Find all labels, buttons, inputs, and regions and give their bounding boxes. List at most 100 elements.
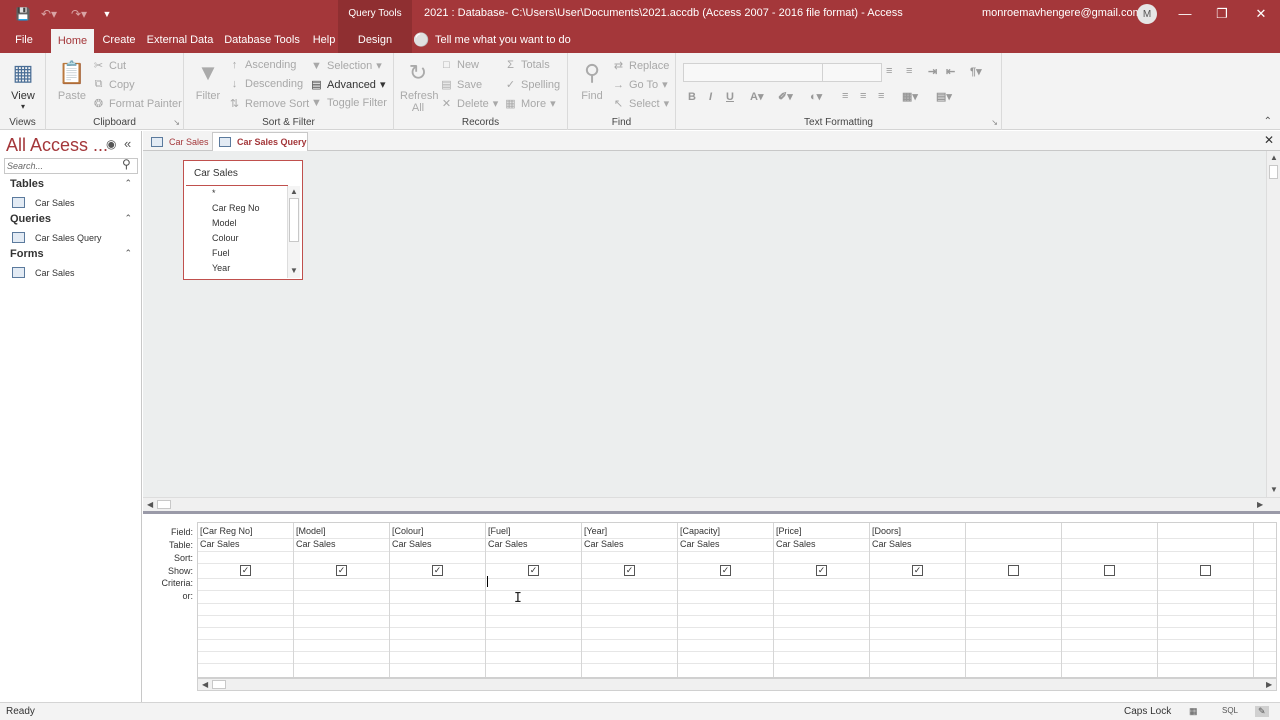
grid-field-cell[interactable]: [Year] xyxy=(584,526,607,536)
scroll-left-icon[interactable]: ◀ xyxy=(147,500,153,509)
highlight-icon[interactable]: ✐▾ xyxy=(778,90,793,103)
show-checkbox[interactable]: ✓ xyxy=(336,565,347,576)
align-center-icon[interactable]: ≡ xyxy=(860,90,866,102)
more-button[interactable]: ▦ More ▾ xyxy=(504,97,555,111)
refresh-all-button[interactable]: ↻ Refresh All xyxy=(400,58,439,114)
chevron-up-icon[interactable]: ⌃ xyxy=(124,178,132,189)
grid-column[interactable]: [Price] Car Sales ✓ xyxy=(774,523,870,677)
close-document-icon[interactable]: ✕ xyxy=(1264,133,1274,147)
tab-design[interactable]: Design xyxy=(338,27,412,53)
scroll-thumb[interactable] xyxy=(1269,165,1278,179)
collapse-ribbon-icon[interactable]: ⌃ xyxy=(1264,116,1272,127)
field-item[interactable]: Year xyxy=(212,263,230,273)
redo-icon[interactable]: ↷▾ xyxy=(66,0,92,27)
descending-button[interactable]: ↓ Descending xyxy=(228,78,303,90)
go-to-button[interactable]: → Go To ▾ xyxy=(612,78,668,92)
show-checkbox[interactable]: ✓ xyxy=(432,565,443,576)
nav-pane-title[interactable]: All Access ... xyxy=(6,135,108,156)
format-painter-button[interactable]: ❂ Format Painter xyxy=(92,97,182,111)
avatar[interactable]: M xyxy=(1137,4,1157,24)
filter-button[interactable]: ▼ Filter xyxy=(192,58,224,102)
grid-column[interactable] xyxy=(1158,523,1254,677)
grid-field-cell[interactable]: [Colour] xyxy=(392,526,424,536)
grid-field-cell[interactable]: [Car Reg No] xyxy=(200,526,253,536)
grid-column[interactable]: [Car Reg No] Car Sales ✓ xyxy=(198,523,294,677)
nav-section-forms[interactable]: Forms ⌃ xyxy=(0,248,142,264)
font-color-icon[interactable]: A▾ xyxy=(750,90,763,103)
show-checkbox[interactable]: ✓ xyxy=(720,565,731,576)
grid-column[interactable]: [Capacity] Car Sales ✓ xyxy=(678,523,774,677)
grid-field-cell[interactable]: [Model] xyxy=(296,526,326,536)
nav-item-car-sales-table[interactable]: Car Sales xyxy=(0,195,142,213)
lightbulb-icon[interactable]: ⚪ xyxy=(413,32,429,48)
field-item[interactable]: Car Reg No xyxy=(212,203,260,213)
scroll-thumb[interactable] xyxy=(289,198,299,242)
scroll-thumb[interactable] xyxy=(212,680,226,689)
grid-column[interactable]: [Model] Car Sales ✓ xyxy=(294,523,390,677)
scroll-up-icon[interactable]: ▲ xyxy=(1270,153,1278,162)
nav-menu-dropdown-icon[interactable]: ◉ xyxy=(106,137,116,151)
show-checkbox[interactable]: ✓ xyxy=(240,565,251,576)
grid-field-cell[interactable]: [Price] xyxy=(776,526,802,536)
grid-table-cell[interactable]: Car Sales xyxy=(392,539,432,549)
grid-column[interactable]: [Colour] Car Sales ✓ xyxy=(390,523,486,677)
grid-column[interactable] xyxy=(1062,523,1158,677)
tell-me-search[interactable]: Tell me what you want to do xyxy=(435,34,571,46)
nav-search-input[interactable]: Search... xyxy=(4,158,138,174)
italic-button[interactable]: I xyxy=(709,91,712,103)
grid-column[interactable]: [Doors] Car Sales ✓ xyxy=(870,523,966,677)
toggle-filter-button[interactable]: ▼ Toggle Filter xyxy=(310,97,387,109)
replace-button[interactable]: ⇄ Replace xyxy=(612,59,669,73)
tab-create[interactable]: Create xyxy=(98,27,140,53)
show-checkbox[interactable] xyxy=(1200,565,1211,576)
find-button[interactable]: ⚲ Find xyxy=(576,58,608,102)
numbering-icon[interactable]: ≡ xyxy=(906,65,912,77)
nav-item-car-sales-query[interactable]: Car Sales Query xyxy=(0,230,142,248)
scroll-left-icon[interactable]: ◀ xyxy=(202,680,208,689)
new-record-button[interactable]: □ New xyxy=(440,59,479,71)
tab-database-tools[interactable]: Database Tools xyxy=(221,27,303,53)
scroll-thumb[interactable] xyxy=(157,500,171,509)
nav-item-car-sales-form[interactable]: Car Sales xyxy=(0,265,142,283)
paste-button[interactable]: 📋 Paste xyxy=(56,58,88,102)
spelling-button[interactable]: ✓ Spelling xyxy=(504,78,560,92)
save-record-button[interactable]: ▤ Save xyxy=(440,78,482,92)
copy-button[interactable]: ⧉ Copy xyxy=(92,78,135,91)
gridlines-icon[interactable]: ▦▾ xyxy=(902,90,918,103)
tab-home[interactable]: Home xyxy=(51,29,94,53)
clipboard-launcher-icon[interactable]: ↘ xyxy=(173,118,180,127)
show-checkbox[interactable]: ✓ xyxy=(528,565,539,576)
show-checkbox[interactable]: ✓ xyxy=(816,565,827,576)
scroll-down-icon[interactable]: ▼ xyxy=(290,266,298,275)
align-right-icon[interactable]: ≡ xyxy=(878,90,884,102)
alt-row-color-icon[interactable]: ▤▾ xyxy=(936,90,952,103)
text-direction-icon[interactable]: ¶▾ xyxy=(970,65,982,78)
doc-tab-car-sales[interactable]: Car Sales xyxy=(145,132,211,151)
grid-column[interactable]: [Year] Car Sales ✓ xyxy=(582,523,678,677)
text-formatting-launcher-icon[interactable]: ↘ xyxy=(991,118,998,127)
table-pane[interactable] xyxy=(143,151,1266,497)
fill-color-icon[interactable]: ◐▾ xyxy=(810,90,822,103)
field-list-car-sales[interactable]: Car Sales * Car Reg No Model Colour Fuel… xyxy=(183,160,303,280)
grid-field-cell[interactable]: [Fuel] xyxy=(488,526,511,536)
show-checkbox[interactable]: ✓ xyxy=(624,565,635,576)
bold-button[interactable]: B xyxy=(688,91,696,103)
show-checkbox[interactable]: ✓ xyxy=(912,565,923,576)
grid-table-cell[interactable]: Car Sales xyxy=(680,539,720,549)
scroll-down-icon[interactable]: ▼ xyxy=(1270,485,1278,494)
undo-icon[interactable]: ↶▾ xyxy=(36,0,62,27)
align-left-icon[interactable]: ≡ xyxy=(842,90,848,102)
selection-button[interactable]: ▼ Selection ▾ xyxy=(310,59,382,73)
tab-help[interactable]: Help xyxy=(308,27,340,53)
chevron-up-icon[interactable]: ⌃ xyxy=(124,248,132,259)
show-checkbox[interactable] xyxy=(1008,565,1019,576)
font-name-select[interactable] xyxy=(683,63,823,82)
view-button[interactable]: ▦ View ▾ xyxy=(8,58,38,111)
search-icon[interactable]: ⚲ xyxy=(122,157,131,171)
grid-table-cell[interactable]: Car Sales xyxy=(872,539,912,549)
table-pane-horizontal-scrollbar[interactable]: ◀ ▶ xyxy=(143,497,1280,511)
grid-table-cell[interactable]: Car Sales xyxy=(488,539,528,549)
grid-table-cell[interactable]: Car Sales xyxy=(200,539,240,549)
grid-table-cell[interactable]: Car Sales xyxy=(776,539,816,549)
show-checkbox[interactable] xyxy=(1104,565,1115,576)
